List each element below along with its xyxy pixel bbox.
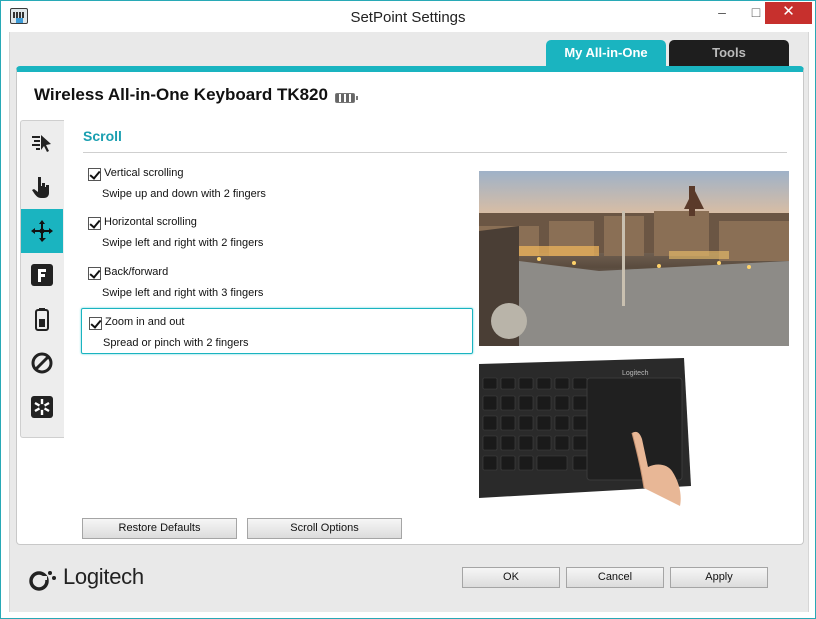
option-vertical-scrolling: Vertical scrolling Swipe up and down wit…: [81, 160, 473, 206]
sidebar-item-pointer[interactable]: [21, 121, 63, 165]
scroll-icon: [31, 220, 53, 242]
option-label[interactable]: Back/forward: [104, 266, 168, 278]
f-key-icon: [31, 264, 53, 286]
section-divider: [83, 152, 787, 153]
setpoint-window: SetPoint Settings – □ ✕ My All-in-One To…: [0, 0, 816, 619]
hand-icon: [32, 177, 49, 198]
window-title: SetPoint Settings: [350, 9, 466, 26]
sidebar-item-battery[interactable]: [21, 297, 63, 341]
option-description: Swipe left and right with 2 fingers: [102, 237, 264, 249]
sidebar-item-settings[interactable]: [21, 385, 63, 429]
settings-panel: Wireless All-in-One Keyboard TK820 Scrol…: [16, 66, 804, 545]
block-icon: [31, 352, 53, 374]
keyboard-touchpad-image: Logitech: [479, 358, 789, 518]
section-title: Scroll: [83, 128, 122, 144]
sidebar-item-scroll[interactable]: [21, 209, 63, 253]
tab-my-all-in-one[interactable]: My All-in-One: [546, 40, 666, 66]
client-area: My All-in-One Tools Wireless All-in-One …: [9, 32, 809, 612]
option-label[interactable]: Vertical scrolling: [104, 167, 183, 179]
vertical-scrolling-checkbox[interactable]: [88, 168, 101, 181]
option-description: Swipe left and right with 3 fingers: [102, 287, 264, 299]
option-description: Spread or pinch with 2 fingers: [103, 337, 249, 349]
restore-defaults-button[interactable]: Restore Defaults: [82, 518, 237, 539]
tab-tools[interactable]: Tools: [669, 40, 789, 66]
zoom-checkbox[interactable]: [89, 317, 102, 330]
horizontal-scrolling-checkbox[interactable]: [88, 217, 101, 230]
device-title: Wireless All-in-One Keyboard TK820: [34, 85, 328, 104]
minimize-button[interactable]: –: [707, 2, 737, 24]
option-label[interactable]: Horizontal scrolling: [104, 216, 197, 228]
option-label[interactable]: Zoom in and out: [105, 316, 185, 328]
option-horizontal-scrolling: Horizontal scrolling Swipe left and righ…: [81, 209, 473, 255]
option-description: Swipe up and down with 2 fingers: [102, 188, 266, 200]
sidebar-item-fkeys[interactable]: [21, 253, 63, 297]
battery-status-icon: [335, 93, 358, 103]
battery-icon: [35, 308, 49, 331]
sidebar-item-blocked[interactable]: [21, 341, 63, 385]
title-bar[interactable]: SetPoint Settings – □ ✕: [1, 1, 815, 32]
scroll-options-button[interactable]: Scroll Options: [247, 518, 402, 539]
back-forward-checkbox[interactable]: [88, 267, 101, 280]
logitech-logo-text: Logitech: [63, 564, 144, 589]
settings-icon: [31, 396, 53, 418]
option-zoom: Zoom in and out Spread or pinch with 2 f…: [81, 308, 473, 354]
sidebar: [20, 120, 64, 438]
option-back-forward: Back/forward Swipe left and right with 3…: [81, 259, 473, 305]
close-button[interactable]: ✕: [765, 2, 812, 24]
pointer-icon: [32, 135, 51, 152]
cancel-button[interactable]: Cancel: [566, 567, 664, 588]
apply-button[interactable]: Apply: [670, 567, 768, 588]
ok-button[interactable]: OK: [462, 567, 560, 588]
sidebar-item-gestures[interactable]: [21, 165, 63, 209]
keyboard-brand-label: Logitech: [622, 370, 649, 377]
zoom-preview-photo: [479, 171, 789, 346]
logitech-logo-icon: [29, 571, 56, 591]
